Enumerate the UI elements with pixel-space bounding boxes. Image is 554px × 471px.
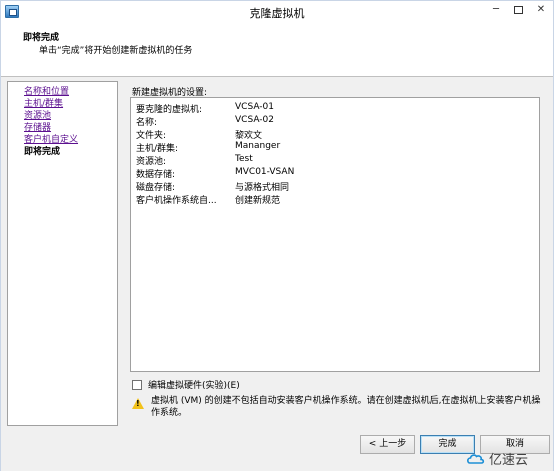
setting-key: 数据存储:: [136, 170, 176, 180]
watermark-text: 亿速云: [489, 453, 529, 468]
page-title: 即将完成: [23, 33, 60, 43]
edit-hardware-checkbox[interactable]: [132, 380, 142, 390]
wizard-header: 即将完成 单击“完成”将开始创建新虚拟机的任务: [1, 23, 553, 77]
watermark: 亿速云: [466, 449, 528, 468]
setting-value: VCSA-01: [235, 102, 274, 112]
edit-hardware-option[interactable]: 编辑虚拟硬件(实验)(E): [132, 378, 240, 391]
setting-value: 创建新规范: [235, 196, 281, 206]
title-bar: 克隆虚拟机 ─ ✕: [1, 1, 553, 23]
setting-value: MVC01-VSAN: [235, 167, 295, 177]
page-subtitle: 单击“完成”将开始创建新虚拟机的任务: [39, 46, 193, 56]
warning-text: 虚拟机 (VM) 的创建不包括自动安装客户机操作系统。请在创建虚拟机后,在虚拟机…: [151, 396, 541, 418]
setting-key: 主机/群集:: [136, 144, 179, 154]
close-button[interactable]: ✕: [529, 1, 553, 19]
maximize-icon: [513, 6, 523, 14]
setting-value: VCSA-02: [235, 115, 274, 125]
maximize-button[interactable]: [507, 1, 529, 19]
setting-key: 客户机操作系统自...: [136, 196, 217, 206]
wizard-content: 名称和位置 主机/群集 资源池 存储器 客户机自定义 即将完成 新建虚拟机的设置…: [1, 77, 553, 431]
nav-step-ready-to-complete: 即将完成: [24, 147, 61, 157]
setting-value: 与源格式相同: [235, 183, 290, 193]
setting-key: 文件夹:: [136, 131, 167, 141]
cloud-logo-icon: [467, 454, 485, 464]
wizard-steps-nav: 名称和位置 主机/群集 资源池 存储器 客户机自定义 即将完成: [7, 81, 118, 426]
setting-key: 名称:: [136, 118, 158, 128]
setting-key: 磁盘存储:: [136, 183, 176, 193]
warning-icon: [132, 398, 144, 409]
setting-value: Mananger: [235, 141, 281, 151]
back-button[interactable]: < 上一步: [360, 435, 415, 454]
minimize-button[interactable]: ─: [485, 1, 507, 19]
edit-hardware-label: 编辑虚拟硬件(实验)(E): [148, 381, 240, 391]
setting-key: 要克隆的虚拟机:: [136, 105, 203, 115]
setting-key: 资源池:: [136, 157, 167, 167]
settings-list: 要克隆的虚拟机: VCSA-01 名称: VCSA-02 文件夹: 黎欢文 主机…: [130, 97, 540, 372]
setting-value: 黎欢文: [235, 131, 263, 141]
setting-value: Test: [235, 154, 253, 164]
window-title: 克隆虚拟机: [249, 7, 305, 20]
clone-vm-dialog: 克隆虚拟机 ─ ✕ 即将完成 单击“完成”将开始创建新虚拟机的任务 名称和位置 …: [0, 0, 554, 471]
